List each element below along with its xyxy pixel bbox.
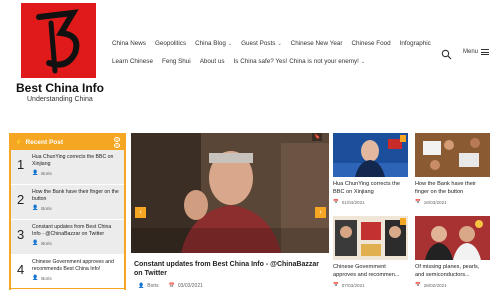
post-card[interactable]: Of missing planes, pearls, and semicondu… (415, 216, 490, 288)
post-card[interactable]: Chinese Government approves and recommen… (333, 216, 408, 288)
site-title[interactable]: Best China Info (16, 81, 104, 95)
calendar-icon: 📅 (415, 199, 421, 204)
list-item-number: 4 (17, 262, 25, 277)
nav-item-china-news[interactable]: China News (112, 40, 146, 47)
slider-prev-button[interactable]: ‹ (135, 207, 146, 218)
search-button[interactable] (441, 47, 452, 60)
chevron-down-icon: ⌄ (227, 40, 233, 47)
recent-posts-scroll-controls: ˄ ˅ (114, 137, 120, 148)
post-card-date: 07/03/2021 (341, 282, 365, 288)
post-card-thumbnail[interactable] (415, 216, 490, 260)
bookmark-icon[interactable] (400, 135, 406, 142)
post-card-thumbnail[interactable] (333, 216, 408, 260)
scroll-down-icon[interactable]: ˅ (114, 143, 120, 148)
list-item-number: 3 (17, 227, 25, 242)
secondary-nav: Learn Chinese Feng Shui About us Is Chin… (112, 58, 374, 65)
government-collage-image (333, 216, 408, 260)
nav-item-geopolitics[interactable]: Geopolitics (155, 40, 186, 47)
post-card-date: 01/04/2021 (341, 199, 365, 205)
nav-item-about-us[interactable]: About us (200, 58, 225, 65)
nav-item-learn-chinese[interactable]: Learn Chinese (112, 58, 153, 65)
list-item[interactable]: 1 Hua ChunYing corrects the BBC on Xinji… (11, 150, 124, 185)
list-item[interactable]: 4 Chinese Government approves and recomm… (11, 255, 124, 290)
post-card[interactable]: Hua ChunYing corrects the BBC on Xinjian… (333, 133, 408, 205)
post-card-title[interactable]: Hua ChunYing corrects the BBC on Xinjian… (333, 181, 408, 196)
featured-post-image[interactable] (131, 133, 329, 253)
nav-item-guest-posts[interactable]: Guest Posts ⌄ (241, 40, 282, 47)
post-card-title[interactable]: How the Bank have their finger on the bu… (415, 181, 490, 196)
nav-item-is-china-safe[interactable]: Is China safe? Yes! China is not your en… (234, 58, 366, 65)
calendar-icon: 📅 (333, 282, 339, 287)
hamburger-icon (481, 49, 490, 55)
featured-post-date: 03/03/2021 (177, 283, 203, 289)
user-icon: 👤 (138, 283, 145, 289)
list-item-author[interactable]: Boris (41, 171, 51, 176)
post-card-title[interactable]: Of missing planes, pearls, and semicondu… (415, 264, 490, 279)
calendar-icon: 📅 (168, 283, 175, 289)
post-card-thumbnail[interactable] (333, 133, 408, 177)
list-item[interactable]: 3 Constant updates from Best China Info … (11, 220, 124, 255)
list-item-author[interactable]: Boris (41, 241, 51, 246)
scroll-up-icon[interactable]: ˄ (114, 137, 120, 142)
nav-item-chinese-food[interactable]: Chinese Food (351, 40, 390, 47)
site-logo[interactable] (21, 3, 96, 78)
nav-item-chinese-new-year[interactable]: Chinese New Year (291, 40, 343, 47)
press-conference-image (333, 133, 408, 177)
list-item-author[interactable]: Boris (41, 206, 51, 211)
menu-label: Menu (463, 49, 479, 55)
video-still-image (131, 133, 329, 253)
search-icon (441, 49, 452, 60)
post-card-thumbnail[interactable] (415, 133, 490, 177)
user-icon: 👤 (32, 205, 39, 211)
list-item-title[interactable]: Chinese Government approves and recommen… (32, 259, 121, 273)
list-item-number: 2 (17, 192, 25, 207)
nav-item-china-blog[interactable]: China Blog ⌄ (195, 40, 232, 47)
recent-posts-heading: Recent Post (25, 139, 64, 146)
post-card[interactable]: How the Bank have their finger on the bu… (415, 133, 490, 205)
site-tagline: Understanding China (27, 96, 93, 103)
menu-button[interactable]: Menu (463, 49, 490, 55)
featured-post-title[interactable]: Constant updates from Best China Info - … (134, 260, 329, 278)
primary-nav: China News Geopolitics China Blog ⌄ Guest… (112, 40, 440, 47)
bookmark-icon[interactable] (400, 218, 406, 225)
list-item-title[interactable]: Hua ChunYing corrects the BBC on Xinjian… (32, 154, 121, 168)
user-icon: 👤 (32, 275, 39, 281)
bookmark-icon[interactable]: 🔖 (312, 133, 323, 141)
post-card-date: 28/02/2021 (423, 282, 447, 288)
flash-icon: ⚡ (15, 140, 23, 146)
list-item-author[interactable]: Boris (41, 276, 51, 281)
slider-next-button[interactable]: › (315, 207, 326, 218)
calendar-icon: 📅 (415, 282, 421, 287)
user-icon: 👤 (32, 240, 39, 246)
post-card-date: 16/03/2021 (423, 199, 447, 205)
recent-posts-header: ⚡ Recent Post ˄ ˅ (11, 135, 124, 150)
list-item[interactable]: 2 How the Bank have their finger on the … (11, 185, 124, 220)
recent-posts-widget: ⚡ Recent Post ˄ ˅ 1 Hua ChunYing correct… (9, 133, 126, 290)
user-icon: 👤 (32, 170, 39, 176)
event-photo-image (415, 216, 490, 260)
chevron-down-icon: ⌄ (277, 40, 282, 47)
list-item-title[interactable]: Constant updates from Best China Info - … (32, 224, 121, 238)
nav-item-feng-shui[interactable]: Feng Shui (162, 58, 191, 65)
featured-post-author[interactable]: Boris (147, 283, 158, 289)
list-item-title[interactable]: How the Bank have their finger on the bu… (32, 189, 121, 203)
list-item-number: 1 (17, 157, 25, 172)
calendar-icon: 📅 (333, 199, 339, 204)
logo-glyph-icon (36, 9, 80, 74)
featured-post-meta: 👤 Boris 📅 03/03/2021 (135, 283, 203, 289)
meeting-table-image (415, 133, 490, 177)
chevron-down-icon: ⌄ (360, 58, 366, 65)
nav-item-infographic[interactable]: Infographic (400, 40, 431, 47)
post-card-title[interactable]: Chinese Government approves and recommen… (333, 264, 408, 279)
